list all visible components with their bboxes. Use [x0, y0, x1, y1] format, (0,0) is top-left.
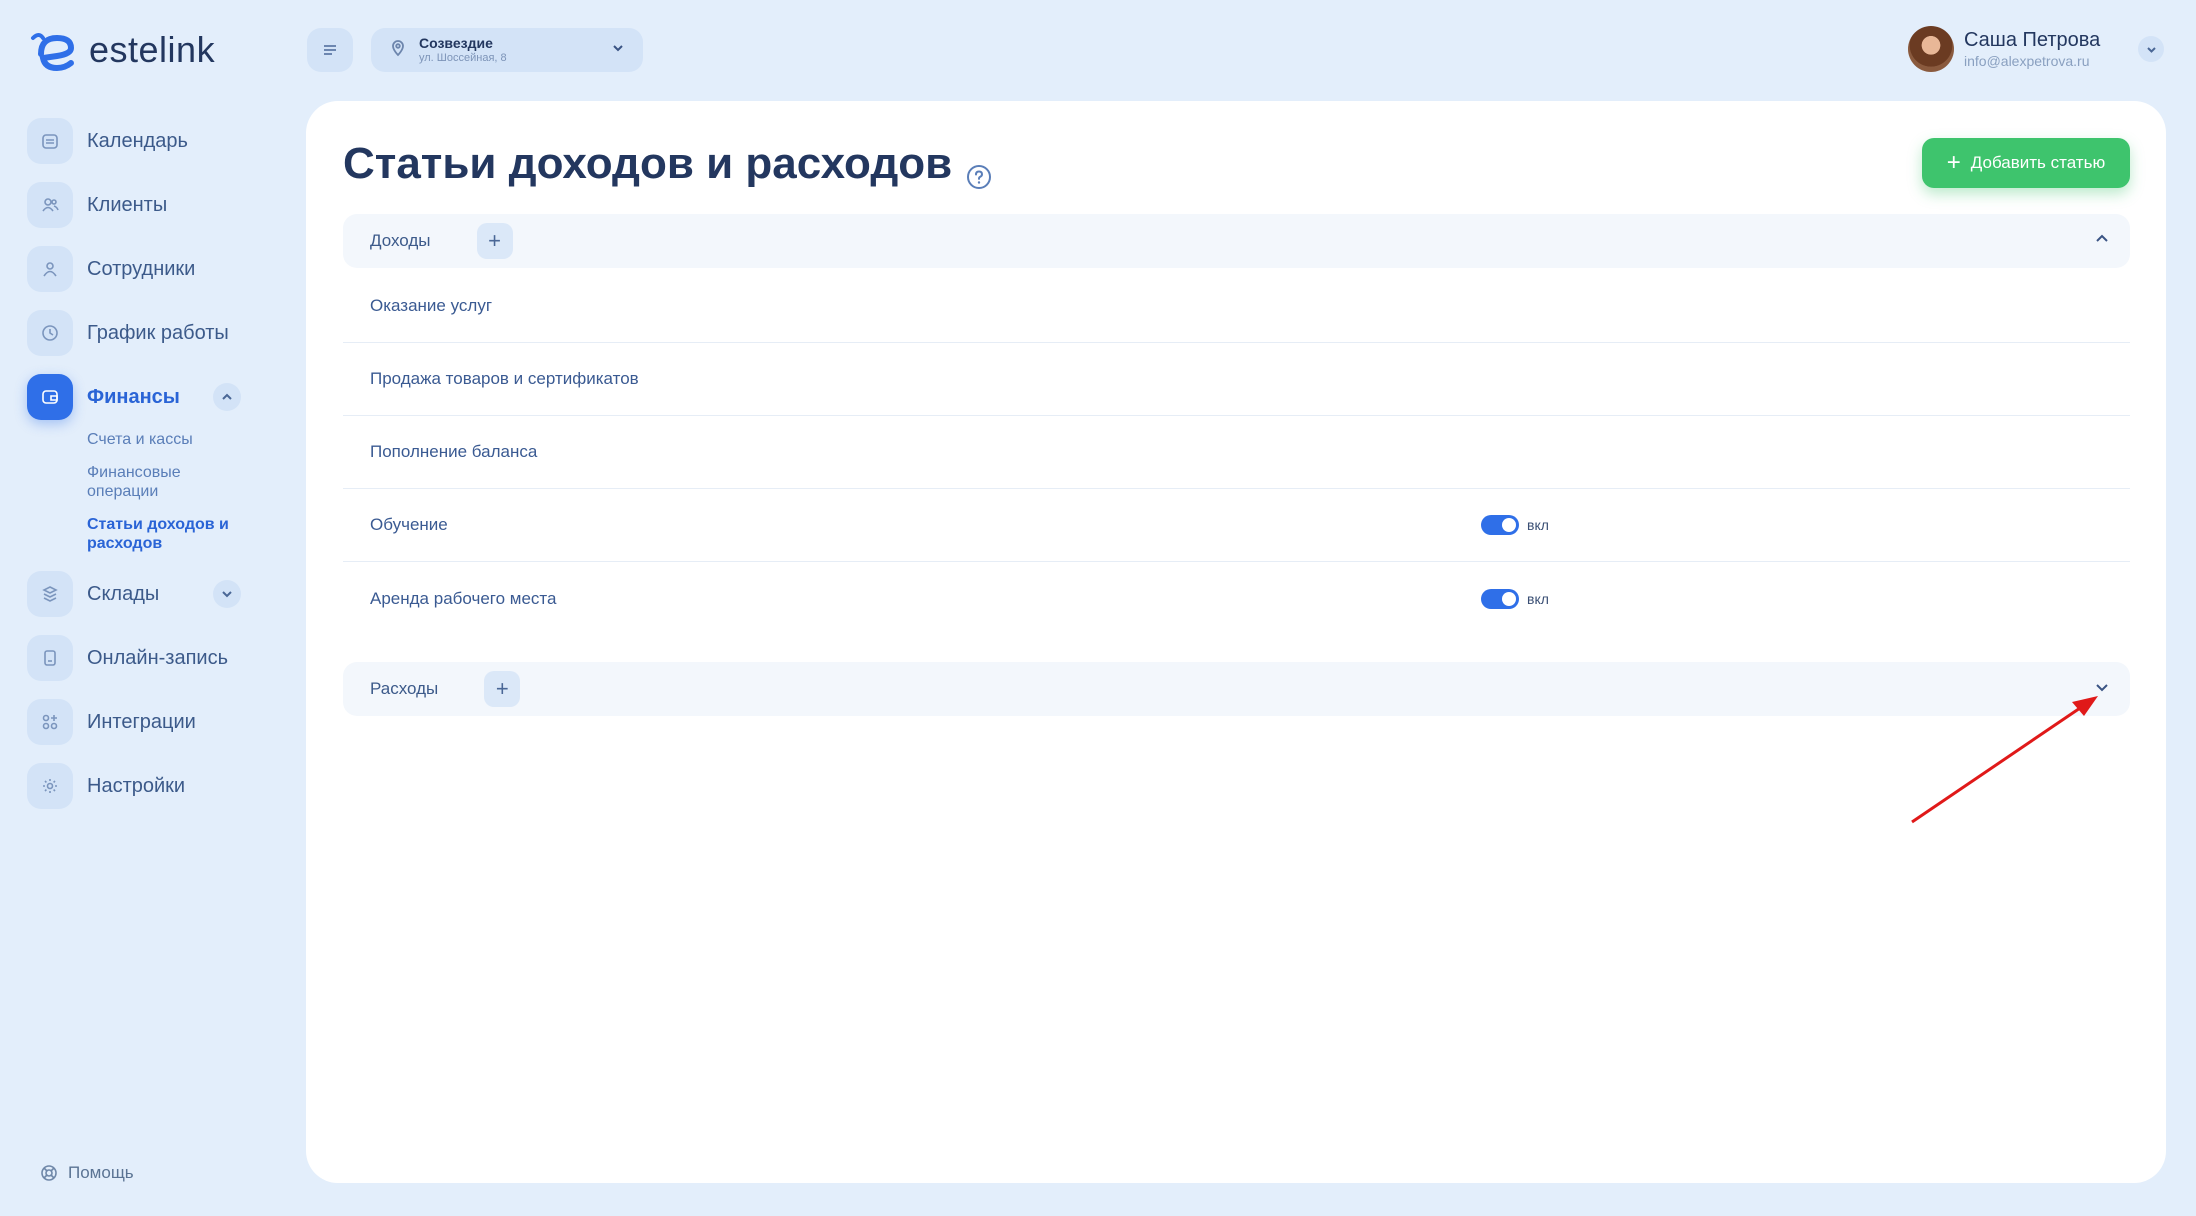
add-item-button[interactable]: + Добавить статью — [1922, 138, 2130, 188]
finance-subnav: Счета и кассы Финансовые операции Статьи… — [87, 430, 247, 553]
sidebar-item-online-booking[interactable]: Онлайн-запись — [27, 635, 247, 681]
page-title-row: Статьи доходов и расходов — [343, 139, 992, 189]
sidebar-item-integrations[interactable]: Интеграции — [27, 699, 247, 745]
integrations-icon — [27, 699, 73, 745]
list-item[interactable]: Обучение вкл — [343, 489, 2130, 562]
add-item-label: Добавить статью — [1970, 153, 2106, 172]
sidebar-item-calendar[interactable]: Календарь — [27, 118, 247, 164]
add-expense-item-button[interactable]: + — [484, 671, 521, 707]
chevron-up-icon[interactable] — [2094, 231, 2110, 252]
lifebuoy-icon — [41, 1165, 57, 1181]
toggle-switch[interactable] — [1481, 515, 1519, 535]
gear-icon — [27, 763, 73, 809]
clients-icon — [27, 182, 73, 228]
sidebar-item-label: Интеграции — [87, 710, 196, 733]
employee-icon — [27, 246, 73, 292]
location-selector[interactable]: Созвездие ул. Шоссейная, 8 — [371, 28, 643, 72]
item-label: Оказание услуг — [370, 296, 493, 315]
avatar — [1908, 26, 1954, 72]
sidebar-item-clients[interactable]: Клиенты — [27, 182, 247, 228]
menu-toggle-button[interactable] — [307, 28, 353, 72]
clock-icon — [27, 310, 73, 356]
user-profile[interactable]: Саша Петрова info@alexpetrova.ru — [1908, 26, 2100, 72]
sidebar-item-label: Настройки — [87, 774, 186, 797]
calendar-icon — [27, 118, 73, 164]
item-label: Продажа товаров и сертификатов — [370, 369, 639, 388]
add-income-item-button[interactable]: + — [476, 223, 513, 259]
expenses-section-title: Расходы — [370, 679, 439, 698]
help-label: Помощь — [68, 1163, 134, 1182]
list-item[interactable]: Пополнение баланса — [343, 416, 2130, 489]
subnav-item-income-expense-items[interactable]: Статьи доходов и расходов — [87, 515, 247, 553]
item-toggle[interactable]: вкл — [1481, 515, 1549, 535]
wallet-icon — [27, 374, 73, 420]
chevron-down-icon[interactable] — [213, 580, 241, 608]
item-label: Обучение — [370, 515, 448, 534]
sidebar-item-label: Финансы — [87, 385, 180, 408]
sidebar-item-employees[interactable]: Сотрудники — [27, 246, 247, 292]
help-question-icon[interactable] — [966, 151, 992, 189]
list-item[interactable]: Продажа товаров и сертификатов — [343, 343, 2130, 416]
item-label: Аренда рабочего места — [370, 588, 557, 608]
menu-icon — [324, 45, 336, 55]
warehouse-icon — [27, 571, 73, 617]
sidebar-item-settings[interactable]: Настройки — [27, 763, 247, 809]
item-label: Пополнение баланса — [370, 442, 538, 461]
location-name: Созвездие — [419, 35, 493, 51]
user-email: info@alexpetrova.ru — [1964, 53, 2090, 69]
income-section-header[interactable]: Доходы + — [343, 214, 2130, 268]
toggle-switch[interactable] — [1481, 588, 1519, 609]
sidebar-item-label: Сотрудники — [87, 257, 196, 280]
logo-icon — [31, 33, 75, 72]
phone-icon — [27, 635, 73, 681]
logo-text: estelink — [89, 29, 216, 70]
sidebar-nav: Календарь Клиенты Сотрудники График рабо… — [27, 118, 247, 827]
main-card: Статьи доходов и расходов + Добавить ста… — [306, 101, 2166, 1183]
sidebar-item-label: Календарь — [87, 129, 188, 152]
item-toggle[interactable]: вкл — [1481, 588, 1549, 609]
list-item[interactable]: Аренда рабочего места вкл — [343, 562, 2130, 635]
sidebar-item-label: Склады — [87, 582, 160, 605]
subnav-item-operations[interactable]: Финансовые операции — [87, 463, 247, 501]
sidebar-item-schedule[interactable]: График работы — [27, 310, 247, 356]
page-title: Статьи доходов и расходов — [343, 139, 953, 188]
user-menu-chevron-icon[interactable] — [2138, 36, 2164, 62]
location-address: ул. Шоссейная, 8 — [419, 52, 507, 64]
expenses-section-header[interactable]: Расходы + — [343, 662, 2130, 716]
income-list: Оказание услуг Продажа товаров и сертифи… — [343, 270, 2130, 635]
sidebar-item-finance[interactable]: Финансы — [27, 374, 247, 420]
user-name: Саша Петрова — [1964, 29, 2101, 51]
toggle-label: вкл — [1527, 590, 1549, 607]
income-section-title: Доходы — [370, 231, 431, 250]
sidebar-item-label: Клиенты — [87, 193, 168, 216]
subnav-item-accounts[interactable]: Счета и кассы — [87, 430, 247, 449]
toggle-label: вкл — [1527, 517, 1549, 533]
list-item[interactable]: Оказание услуг — [343, 270, 2130, 343]
logo[interactable]: estelink — [27, 27, 215, 73]
help-link[interactable]: Помощь — [40, 1163, 134, 1183]
chevron-down-icon — [611, 41, 625, 60]
location-pin-icon — [389, 39, 407, 62]
sidebar-item-warehouses[interactable]: Склады — [27, 571, 247, 617]
sidebar-item-label: Онлайн-запись — [87, 646, 228, 669]
chevron-up-icon[interactable] — [213, 383, 241, 411]
sidebar-item-label: График работы — [87, 321, 229, 344]
plus-icon: + — [1946, 149, 1961, 176]
chevron-down-icon[interactable] — [2094, 679, 2110, 700]
